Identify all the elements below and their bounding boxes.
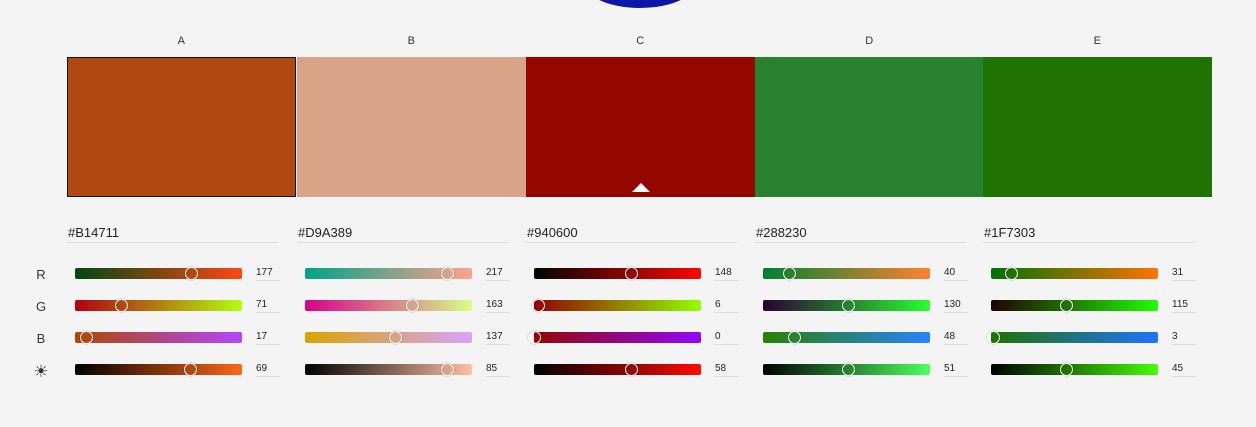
slider-thumb[interactable]	[80, 331, 94, 344]
color-swatch-c[interactable]	[526, 57, 755, 197]
hex-input-a[interactable]: #B14711	[67, 225, 278, 243]
blue-slider-d[interactable]	[763, 331, 930, 344]
blue-value-a[interactable]: 17	[256, 331, 280, 345]
brightness-value-e[interactable]: 45	[1172, 363, 1196, 377]
red-value-a[interactable]: 177	[256, 267, 280, 281]
column-label-b: B	[407, 35, 416, 47]
color-swatch-b[interactable]	[297, 57, 526, 197]
slider-thumb[interactable]	[1005, 267, 1019, 280]
color-swatch-e[interactable]	[983, 57, 1212, 197]
base-color-caret-icon	[632, 183, 650, 192]
color-swatch-d[interactable]	[755, 57, 984, 197]
hex-input-d[interactable]: #288230	[755, 225, 966, 243]
hex-input-c[interactable]: #940600	[526, 225, 737, 243]
slider-thumb[interactable]	[528, 331, 541, 344]
slider-thumb[interactable]	[1060, 363, 1074, 376]
column-label-a: A	[177, 35, 186, 47]
green-slider-d[interactable]	[763, 299, 930, 312]
slider-thumb[interactable]	[783, 267, 797, 280]
column-label-e: E	[1093, 35, 1102, 47]
red-value-b[interactable]: 217	[486, 267, 510, 281]
green-value-e[interactable]: 115	[1172, 299, 1196, 313]
slider-thumb[interactable]	[440, 363, 454, 376]
red-slider-a[interactable]	[75, 267, 242, 280]
brightness-slider-e[interactable]	[991, 363, 1158, 376]
brightness-value-b[interactable]: 85	[486, 363, 510, 377]
green-slider-e[interactable]	[991, 299, 1158, 312]
brightness-value-c[interactable]: 58	[715, 363, 739, 377]
red-slider-c[interactable]	[534, 267, 701, 280]
red-value-e[interactable]: 31	[1172, 267, 1196, 281]
color-wheel-edge	[580, 0, 700, 8]
green-slider-c[interactable]	[532, 299, 701, 312]
green-slider-b[interactable]	[305, 299, 472, 312]
slider-thumb[interactable]	[987, 331, 1000, 344]
green-value-a[interactable]: 71	[256, 299, 280, 313]
brightness-value-a[interactable]: 69	[256, 363, 280, 377]
slider-thumb[interactable]	[388, 331, 402, 344]
row-label-blue: B	[36, 331, 46, 346]
brightness-slider-b[interactable]	[305, 363, 472, 376]
blue-value-d[interactable]: 48	[944, 331, 968, 345]
column-label-d: D	[865, 35, 874, 47]
row-label-red: R	[36, 267, 46, 282]
blue-value-c[interactable]: 0	[715, 331, 739, 345]
brightness-icon: ☀	[33, 362, 49, 381]
brightness-slider-c[interactable]	[534, 363, 701, 376]
slider-thumb[interactable]	[624, 267, 638, 280]
slider-thumb[interactable]	[405, 299, 419, 312]
green-value-b[interactable]: 163	[486, 299, 510, 313]
brightness-value-d[interactable]: 51	[944, 363, 968, 377]
slider-thumb[interactable]	[184, 267, 198, 280]
slider-thumb[interactable]	[441, 267, 455, 280]
green-value-c[interactable]: 6	[715, 299, 739, 313]
blue-value-e[interactable]: 3	[1172, 331, 1196, 345]
hex-input-b[interactable]: #D9A389	[297, 225, 508, 243]
slider-thumb[interactable]	[1060, 299, 1074, 312]
row-label-green: G	[35, 299, 47, 314]
column-label-c: C	[636, 35, 645, 47]
blue-slider-a[interactable]	[75, 331, 242, 344]
red-slider-b[interactable]	[305, 267, 472, 280]
blue-value-b[interactable]: 137	[486, 331, 510, 345]
red-value-d[interactable]: 40	[944, 267, 968, 281]
brightness-slider-a[interactable]	[75, 363, 242, 376]
blue-slider-e[interactable]	[987, 331, 1158, 344]
slider-thumb[interactable]	[788, 331, 802, 344]
slider-thumb[interactable]	[624, 363, 638, 376]
blue-slider-b[interactable]	[305, 331, 472, 344]
slider-thumb[interactable]	[184, 363, 198, 376]
brightness-slider-d[interactable]	[763, 363, 930, 376]
blue-slider-c[interactable]	[528, 331, 701, 344]
slider-thumb[interactable]	[842, 363, 856, 376]
green-value-d[interactable]: 130	[944, 299, 968, 313]
color-swatch-a[interactable]	[67, 57, 296, 197]
hex-input-e[interactable]: #1F7303	[983, 225, 1194, 243]
green-slider-a[interactable]	[75, 299, 242, 312]
slider-thumb[interactable]	[115, 299, 129, 312]
slider-thumb[interactable]	[532, 299, 545, 312]
red-value-c[interactable]: 148	[715, 267, 739, 281]
slider-thumb[interactable]	[842, 299, 856, 312]
red-slider-e[interactable]	[991, 267, 1158, 280]
red-slider-d[interactable]	[763, 267, 930, 280]
